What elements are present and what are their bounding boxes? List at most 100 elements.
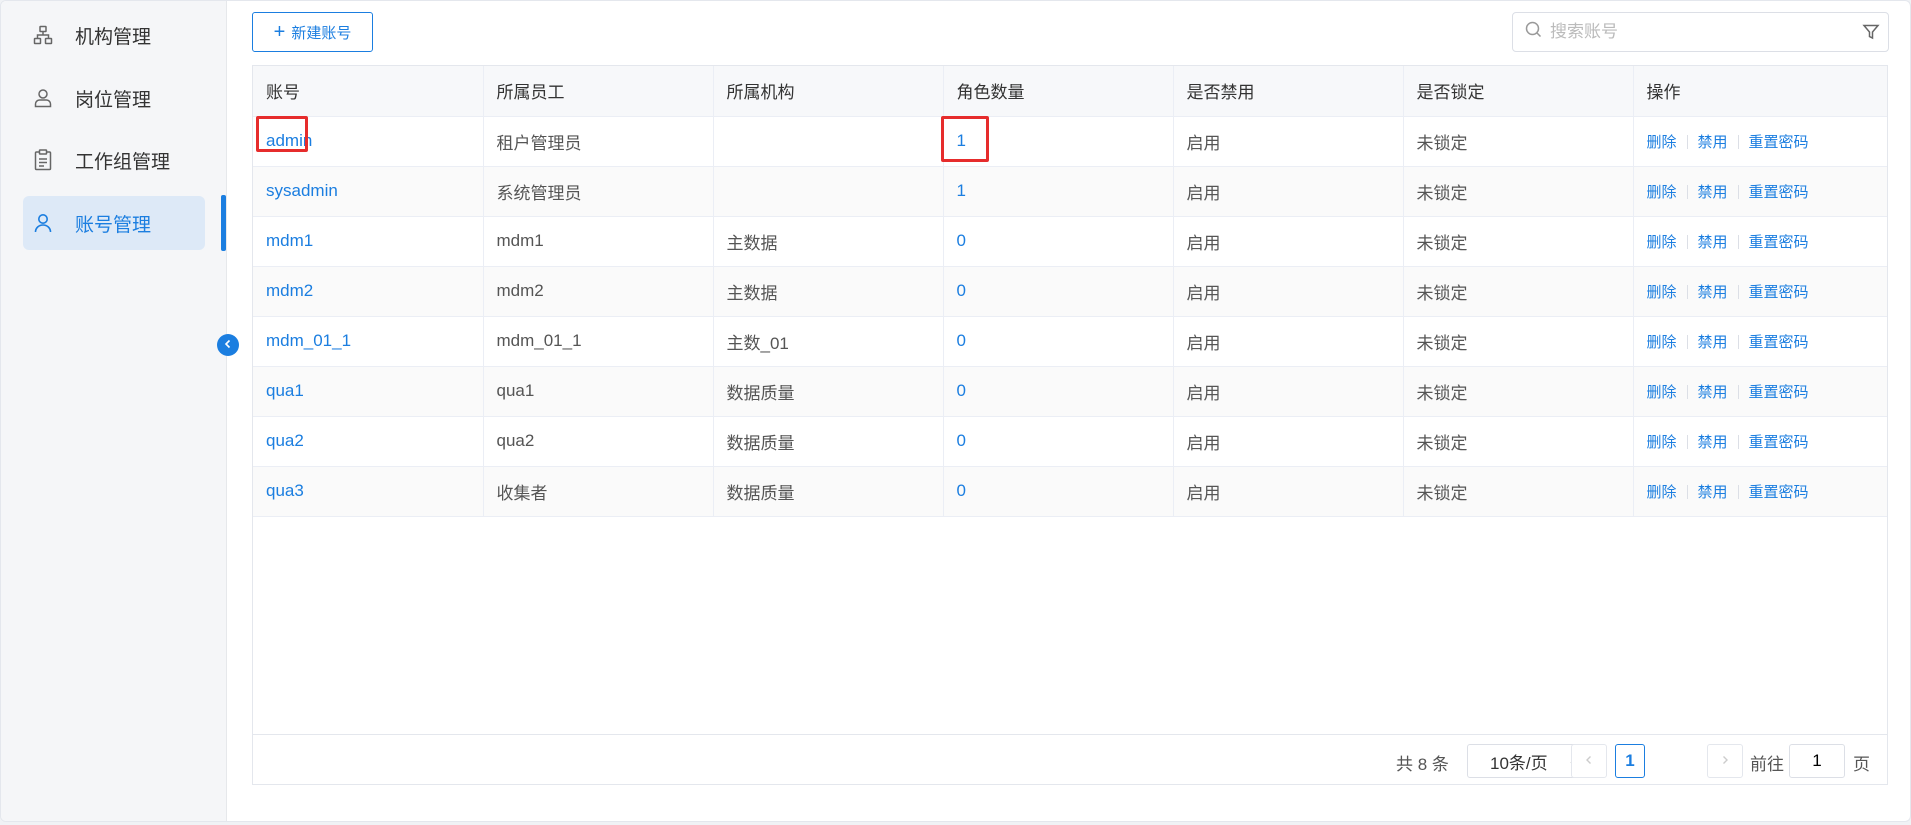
divider bbox=[1686, 485, 1688, 500]
page-number-current[interactable]: 1 bbox=[1615, 744, 1645, 778]
column-header: 是否锁定 bbox=[1403, 66, 1634, 117]
locked-status-cell: 未锁定 bbox=[1403, 466, 1634, 517]
sidebar-item-label: 账号管理 bbox=[75, 214, 152, 236]
disable-link[interactable]: 禁用 bbox=[1698, 484, 1728, 501]
employee-cell: 系统管理员 bbox=[483, 166, 714, 217]
role-count-link[interactable]: 1 bbox=[957, 181, 966, 200]
employee-cell: 租户管理员 bbox=[483, 116, 714, 167]
chevron-right-icon bbox=[1720, 752, 1730, 770]
prev-page-button[interactable] bbox=[1571, 744, 1607, 778]
account-link[interactable]: mdm1 bbox=[266, 231, 313, 250]
reset-password-link[interactable]: 重置密码 bbox=[1749, 334, 1809, 351]
account-link[interactable]: sysadmin bbox=[266, 181, 338, 200]
role-count-link[interactable]: 0 bbox=[957, 381, 966, 400]
goto-suffix: 页 bbox=[1853, 755, 1870, 774]
account-link[interactable]: mdm_01_1 bbox=[266, 331, 351, 350]
disable-link[interactable]: 禁用 bbox=[1698, 134, 1728, 151]
sidebar-item-workgroup[interactable]: 工作组管理 bbox=[23, 133, 205, 187]
actions-cell: 删除 禁用 重置密码 bbox=[1633, 416, 1887, 467]
account-link[interactable]: qua2 bbox=[266, 431, 304, 450]
divider bbox=[1737, 435, 1739, 450]
collapse-sidebar-button[interactable] bbox=[217, 334, 239, 356]
divider bbox=[1737, 485, 1739, 500]
table-row: mdm2 mdm2 主数据 0 启用 未锁定 删除 禁用 重置密码 bbox=[253, 266, 1887, 317]
roles-cell: 0 bbox=[943, 466, 1174, 517]
filter-icon[interactable] bbox=[1862, 23, 1880, 46]
account-link[interactable]: qua1 bbox=[266, 381, 304, 400]
role-count-link[interactable]: 0 bbox=[957, 281, 966, 300]
delete-link[interactable]: 删除 bbox=[1647, 184, 1677, 201]
org-cell: 数据质量 bbox=[713, 466, 944, 517]
role-count-link[interactable]: 1 bbox=[957, 131, 966, 150]
role-count-link[interactable]: 0 bbox=[957, 431, 966, 450]
account-cell: mdm_01_1 bbox=[253, 316, 484, 367]
employee-cell: mdm2 bbox=[483, 266, 714, 317]
reset-password-link[interactable]: 重置密码 bbox=[1749, 484, 1809, 501]
chevron-left-icon bbox=[223, 336, 233, 354]
delete-link[interactable]: 删除 bbox=[1647, 484, 1677, 501]
search-input[interactable] bbox=[1550, 22, 1850, 42]
disable-link[interactable]: 禁用 bbox=[1698, 284, 1728, 301]
sidebar-item-account[interactable]: 账号管理 bbox=[23, 196, 205, 250]
reset-password-link[interactable]: 重置密码 bbox=[1749, 434, 1809, 451]
reset-password-link[interactable]: 重置密码 bbox=[1749, 184, 1809, 201]
delete-link[interactable]: 删除 bbox=[1647, 434, 1677, 451]
delete-link[interactable]: 删除 bbox=[1647, 284, 1677, 301]
next-page-button[interactable] bbox=[1707, 744, 1743, 778]
disabled-status-cell: 启用 bbox=[1173, 316, 1404, 367]
sidebar-item-position[interactable]: 岗位管理 bbox=[23, 71, 205, 125]
divider bbox=[1686, 435, 1688, 450]
reset-password-link[interactable]: 重置密码 bbox=[1749, 134, 1809, 151]
disabled-status-cell: 启用 bbox=[1173, 266, 1404, 317]
locked-status-cell: 未锁定 bbox=[1403, 166, 1634, 217]
employee-cell: qua1 bbox=[483, 366, 714, 417]
roles-cell: 0 bbox=[943, 366, 1174, 417]
locked-status-cell: 未锁定 bbox=[1403, 116, 1634, 167]
divider bbox=[1737, 335, 1739, 350]
role-count-link[interactable]: 0 bbox=[957, 231, 966, 250]
disabled-status-cell: 启用 bbox=[1173, 216, 1404, 267]
sidebar-item-org[interactable]: 机构管理 bbox=[23, 8, 205, 62]
locked-status-cell: 未锁定 bbox=[1403, 416, 1634, 467]
disable-link[interactable]: 禁用 bbox=[1698, 234, 1728, 251]
app-window: 机构管理 岗位管理 工作组管理 账号管理 + 新建账号 搜索账号 账号 所属员工… bbox=[0, 0, 1911, 822]
account-link[interactable]: admin bbox=[266, 131, 312, 150]
active-indicator bbox=[221, 195, 226, 251]
disable-link[interactable]: 禁用 bbox=[1698, 384, 1728, 401]
reset-password-link[interactable]: 重置密码 bbox=[1749, 384, 1809, 401]
employee-cell: mdm_01_1 bbox=[483, 316, 714, 367]
employee-cell: 收集者 bbox=[483, 466, 714, 517]
account-link[interactable]: qua3 bbox=[266, 481, 304, 500]
divider bbox=[1686, 385, 1688, 400]
divider bbox=[1686, 285, 1688, 300]
user-icon bbox=[31, 211, 55, 235]
role-count-link[interactable]: 0 bbox=[957, 331, 966, 350]
delete-link[interactable]: 删除 bbox=[1647, 334, 1677, 351]
delete-link[interactable]: 删除 bbox=[1647, 234, 1677, 251]
new-account-button[interactable]: + 新建账号 bbox=[252, 12, 373, 52]
disabled-status-cell: 启用 bbox=[1173, 416, 1404, 467]
column-header: 是否禁用 bbox=[1173, 66, 1404, 117]
locked-status-cell: 未锁定 bbox=[1403, 366, 1634, 417]
table-row: qua2 qua2 数据质量 0 启用 未锁定 删除 禁用 重置密码 bbox=[253, 416, 1887, 467]
actions-cell: 删除 禁用 重置密码 bbox=[1633, 166, 1887, 217]
disable-link[interactable]: 禁用 bbox=[1698, 434, 1728, 451]
delete-link[interactable]: 删除 bbox=[1647, 384, 1677, 401]
column-header: 所属员工 bbox=[483, 66, 714, 117]
goto-page-input[interactable] bbox=[1789, 744, 1845, 778]
role-count-link[interactable]: 0 bbox=[957, 481, 966, 500]
table-row: qua3 收集者 数据质量 0 启用 未锁定 删除 禁用 重置密码 bbox=[253, 466, 1887, 517]
reset-password-link[interactable]: 重置密码 bbox=[1749, 284, 1809, 301]
disabled-status-cell: 启用 bbox=[1173, 166, 1404, 217]
account-table: 账号 所属员工 所属机构 角色数量 是否禁用 是否锁定 操作 admin 租户管理… bbox=[252, 65, 1888, 785]
divider bbox=[1686, 335, 1688, 350]
disable-link[interactable]: 禁用 bbox=[1698, 184, 1728, 201]
roles-cell: 1 bbox=[943, 166, 1174, 217]
account-link[interactable]: mdm2 bbox=[266, 281, 313, 300]
disable-link[interactable]: 禁用 bbox=[1698, 334, 1728, 351]
account-cell: qua3 bbox=[253, 466, 484, 517]
delete-link[interactable]: 删除 bbox=[1647, 134, 1677, 151]
reset-password-link[interactable]: 重置密码 bbox=[1749, 234, 1809, 251]
actions-cell: 删除 禁用 重置密码 bbox=[1633, 466, 1887, 517]
chevron-left-icon bbox=[1584, 752, 1594, 770]
